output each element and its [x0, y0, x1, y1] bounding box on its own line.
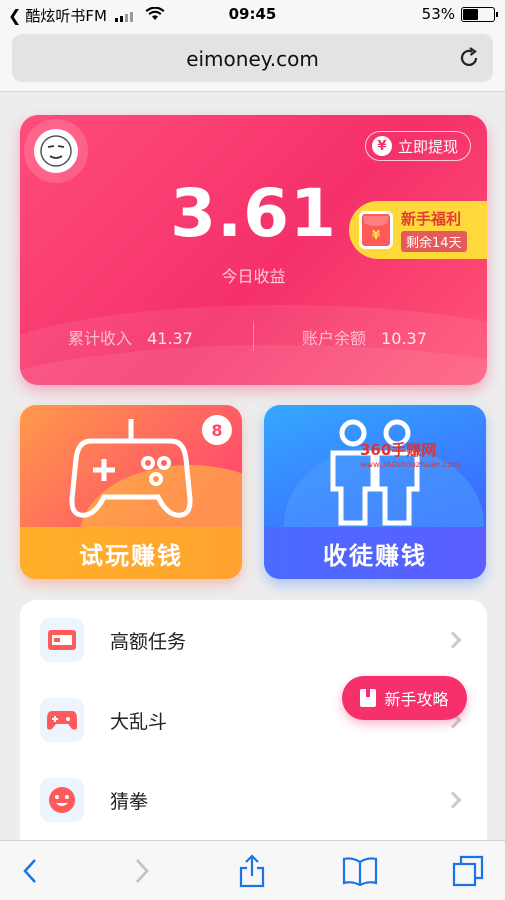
withdraw-button[interactable]: ¥ 立即提现	[364, 131, 471, 161]
share-button[interactable]	[232, 853, 272, 889]
today-earnings-label: 今日收益	[221, 267, 286, 286]
newbie-guide-label: 新手攻略	[384, 690, 449, 709]
avatar[interactable]	[34, 129, 78, 173]
withdraw-label: 立即提现	[397, 137, 458, 156]
chevron-right-icon	[444, 791, 462, 809]
watermark-logo: 360手赚网 www.360shouzhuan.com	[360, 441, 460, 469]
newbie-title: 新手福利	[401, 210, 462, 228]
address-bar[interactable]: eimoney.com	[12, 34, 493, 82]
reload-icon[interactable]	[457, 46, 481, 70]
total-income-label: 累计收入	[68, 329, 133, 348]
book-icon	[360, 689, 377, 707]
bookmarks-button[interactable]	[340, 853, 380, 889]
browser-toolbar	[0, 840, 505, 900]
people-icon	[330, 419, 420, 526]
battery-icon	[461, 6, 498, 22]
forward-button[interactable]	[122, 853, 162, 889]
list-item-rock-paper-scissors[interactable]: 猜拳	[20, 760, 487, 840]
trial-earn-tile[interactable]: 8 试玩赚钱	[20, 405, 242, 579]
browser-address-area: eimoney.com	[0, 30, 505, 92]
list-item-label: 猜拳	[110, 790, 149, 813]
high-reward-task-icon	[40, 618, 84, 662]
total-income-value: 41.37	[147, 329, 193, 348]
stats-divider	[253, 321, 254, 351]
chevron-right-icon	[444, 631, 462, 649]
smiley-icon	[40, 778, 84, 822]
newbie-bonus-badge[interactable]: ¥ 新手福利 剩余14天	[349, 201, 487, 259]
red-envelope-icon: ¥	[359, 211, 393, 249]
list-item-high-reward[interactable]: 高额任务	[20, 600, 487, 680]
newbie-guide-button[interactable]: 新手攻略	[342, 676, 467, 720]
yen-icon: ¥	[371, 136, 392, 156]
trial-earn-label: 试玩赚钱	[20, 527, 242, 579]
share-icon	[239, 854, 265, 888]
list-item-label: 大乱斗	[110, 710, 168, 733]
gamepad-icon	[40, 698, 84, 742]
earnings-stats: 累计收入 41.37 账户余额 10.37	[20, 321, 487, 351]
task-list: 高额任务 大乱斗 猜拳	[20, 600, 487, 860]
tabs-icon	[452, 855, 484, 887]
earnings-card: ¥ 立即提现 3.61 今日收益 累计收入 41.37 账户余额 10.37 ¥…	[20, 115, 487, 385]
balance-label: 账户余额	[302, 329, 367, 348]
book-open-icon	[342, 857, 378, 886]
newbie-days-left: 剩余14天	[401, 231, 467, 252]
gamepad-icon	[69, 419, 193, 518]
battery-percent: 53%	[421, 5, 455, 23]
url-text: eimoney.com	[186, 47, 319, 71]
recruit-earn-label: 收徒赚钱	[264, 527, 486, 579]
chevron-right-icon	[136, 859, 149, 883]
back-button[interactable]	[10, 853, 50, 889]
balance-value: 10.37	[381, 329, 427, 348]
page-content: ¥ 立即提现 3.61 今日收益 累计收入 41.37 账户余额 10.37 ¥…	[0, 93, 505, 860]
tabs-button[interactable]	[448, 853, 488, 889]
chevron-left-icon	[23, 859, 36, 883]
status-bar: ❮ 酷炫听书FM 09:45 53%	[0, 0, 505, 30]
trial-count-badge: 8	[202, 415, 232, 445]
recruit-earn-tile[interactable]: 360手赚网 www.360shouzhuan.com 收徒赚钱	[264, 405, 486, 579]
list-item-label: 高额任务	[110, 630, 187, 653]
